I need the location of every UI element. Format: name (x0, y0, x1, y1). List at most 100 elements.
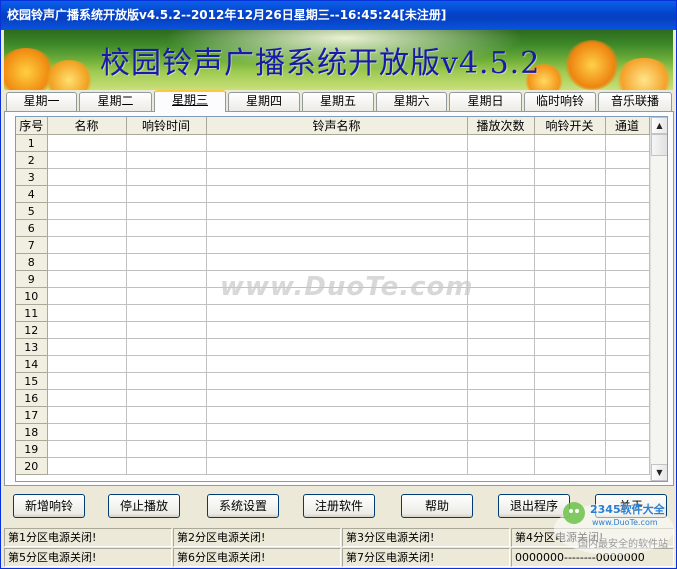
table-cell[interactable] (534, 151, 606, 169)
table-cell[interactable] (47, 321, 127, 339)
table-cell[interactable] (126, 253, 207, 271)
table-row[interactable]: 20 (16, 457, 650, 475)
table-cell[interactable] (47, 236, 127, 254)
table-cell[interactable] (534, 304, 606, 322)
table-cell[interactable] (206, 406, 468, 424)
table-cell[interactable] (206, 168, 468, 186)
table-cell[interactable] (47, 457, 127, 475)
table-cell[interactable] (206, 219, 468, 237)
table-cell[interactable] (47, 168, 127, 186)
column-header-index[interactable]: 序号 (16, 117, 48, 135)
table-cell[interactable] (206, 457, 468, 475)
table-cell[interactable] (534, 185, 606, 203)
table-cell[interactable] (534, 389, 606, 407)
table-cell[interactable] (126, 168, 207, 186)
row-number[interactable]: 9 (16, 270, 48, 288)
table-cell[interactable] (47, 406, 127, 424)
tab-wednesday[interactable]: 星期三 (154, 90, 226, 112)
table-cell[interactable] (467, 236, 535, 254)
table-cell[interactable] (605, 151, 650, 169)
table-cell[interactable] (605, 423, 650, 441)
table-cell[interactable] (47, 253, 127, 271)
table-cell[interactable] (206, 185, 468, 203)
row-number[interactable]: 3 (16, 168, 48, 186)
tab-sunday[interactable]: 星期日 (449, 92, 522, 111)
column-header-ring-switch[interactable]: 响铃开关 (534, 117, 606, 135)
table-row[interactable]: 19 (16, 440, 650, 458)
table-cell[interactable] (47, 134, 127, 152)
table-cell[interactable] (47, 185, 127, 203)
table-cell[interactable] (534, 406, 606, 424)
tab-friday[interactable]: 星期五 (302, 92, 374, 111)
table-row[interactable]: 13 (16, 338, 650, 356)
row-number[interactable]: 8 (16, 253, 48, 271)
vertical-scrollbar[interactable]: ▲ ▼ (650, 117, 667, 481)
row-number[interactable]: 18 (16, 423, 48, 441)
row-number[interactable]: 7 (16, 236, 48, 254)
table-cell[interactable] (605, 372, 650, 390)
table-cell[interactable] (467, 287, 535, 305)
table-cell[interactable] (467, 406, 535, 424)
tab-thursday[interactable]: 星期四 (228, 92, 300, 111)
table-cell[interactable] (206, 372, 468, 390)
table-cell[interactable] (206, 440, 468, 458)
table-cell[interactable] (206, 423, 468, 441)
title-bar[interactable]: 校园铃声广播系统开放版v4.5.2--2012年12月26日星期三--16:45… (1, 1, 676, 30)
table-cell[interactable] (467, 355, 535, 373)
stop-playback-button[interactable]: 停止播放 (108, 494, 180, 518)
table-cell[interactable] (534, 321, 606, 339)
system-settings-button[interactable]: 系统设置 (207, 494, 279, 518)
table-cell[interactable] (605, 304, 650, 322)
column-header-ring-time[interactable]: 响铃时间 (126, 117, 207, 135)
tab-saturday[interactable]: 星期六 (376, 92, 447, 111)
table-cell[interactable] (534, 440, 606, 458)
table-cell[interactable] (206, 355, 468, 373)
table-cell[interactable] (534, 270, 606, 288)
table-row[interactable]: 15 (16, 372, 650, 390)
table-cell[interactable] (605, 134, 650, 152)
column-header-ring-sound[interactable]: 铃声名称 (206, 117, 468, 135)
table-cell[interactable] (534, 355, 606, 373)
row-number[interactable]: 17 (16, 406, 48, 424)
table-cell[interactable] (126, 338, 207, 356)
table-row[interactable]: 2 (16, 151, 650, 169)
table-cell[interactable] (605, 287, 650, 305)
column-header-play-count[interactable]: 播放次数 (467, 117, 535, 135)
table-cell[interactable] (467, 270, 535, 288)
table-cell[interactable] (605, 168, 650, 186)
table-cell[interactable] (534, 236, 606, 254)
table-cell[interactable] (467, 457, 535, 475)
table-row[interactable]: 3 (16, 168, 650, 186)
table-row[interactable]: 12 (16, 321, 650, 339)
table-row[interactable]: 14 (16, 355, 650, 373)
tab-music-broadcast[interactable]: 音乐联播 (598, 92, 672, 111)
table-cell[interactable] (126, 440, 207, 458)
row-number[interactable]: 15 (16, 372, 48, 390)
table-cell[interactable] (126, 151, 207, 169)
table-cell[interactable] (206, 253, 468, 271)
table-cell[interactable] (467, 134, 535, 152)
table-cell[interactable] (605, 236, 650, 254)
table-cell[interactable] (534, 372, 606, 390)
tab-tuesday[interactable]: 星期二 (79, 92, 152, 111)
table-cell[interactable] (126, 304, 207, 322)
table-cell[interactable] (47, 355, 127, 373)
scroll-up-icon[interactable]: ▲ (651, 117, 667, 134)
table-cell[interactable] (467, 389, 535, 407)
table-cell[interactable] (467, 151, 535, 169)
table-cell[interactable] (467, 440, 535, 458)
table-cell[interactable] (47, 304, 127, 322)
row-number[interactable]: 16 (16, 389, 48, 407)
table-cell[interactable] (534, 287, 606, 305)
table-cell[interactable] (126, 287, 207, 305)
table-cell[interactable] (467, 168, 535, 186)
table-cell[interactable] (126, 406, 207, 424)
table-cell[interactable] (605, 202, 650, 220)
table-cell[interactable] (126, 355, 207, 373)
table-cell[interactable] (126, 423, 207, 441)
register-software-button[interactable]: 注册软件 (303, 494, 375, 518)
row-number[interactable]: 20 (16, 457, 48, 475)
row-number[interactable]: 6 (16, 219, 48, 237)
table-cell[interactable] (206, 151, 468, 169)
table-cell[interactable] (126, 202, 207, 220)
